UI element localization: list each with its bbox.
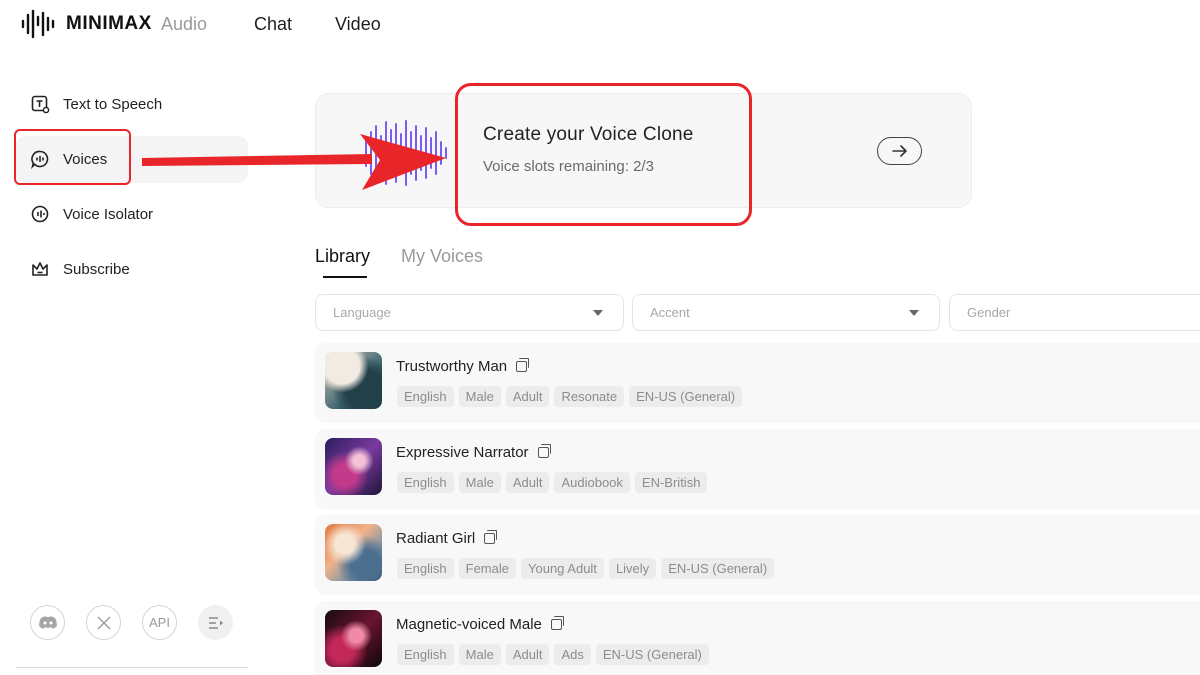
top-nav: MINIMAX Audio Chat Video [0, 0, 1200, 50]
sidebar-item-text-to-speech[interactable]: Text to Speech [30, 94, 162, 114]
tag: Adult [505, 472, 550, 493]
language-select[interactable]: Language [315, 294, 624, 331]
voice-tags: English Male Adult Audiobook EN-British [397, 472, 708, 493]
tag: Lively [608, 558, 657, 579]
voice-name: Trustworthy Man [396, 358, 530, 375]
active-tab-indicator [323, 276, 367, 278]
tag: English [397, 472, 454, 493]
tag: EN-US (General) [629, 386, 743, 407]
voice-tags: English Male Adult Ads EN-US (General) [397, 644, 709, 665]
minimax-logo[interactable]: MINIMAX [20, 9, 152, 39]
accent-select[interactable]: Accent [632, 294, 940, 331]
sidebar-item-voice-isolator[interactable]: Voice Isolator [30, 204, 153, 224]
tag: Young Adult [521, 558, 604, 579]
tag: Female [458, 558, 516, 579]
nav-video[interactable]: Video [335, 14, 381, 35]
tag: Audiobook [554, 472, 630, 493]
voice-name: Radiant Girl [396, 530, 498, 547]
tag: EN-US (General) [661, 558, 775, 579]
sidebar-item-subscribe[interactable]: Subscribe [30, 259, 130, 279]
voice-row[interactable]: Magnetic-voiced Male English Male Adult … [315, 601, 1200, 675]
voice-tags: English Female Young Adult Lively EN-US … [397, 558, 775, 579]
waveform-logo-icon [21, 9, 55, 39]
language-select-label: Language [333, 305, 391, 320]
tag: EN-British [634, 472, 708, 493]
x-icon[interactable] [86, 605, 121, 640]
copy-icon[interactable] [516, 358, 530, 372]
voice-name: Magnetic-voiced Male [396, 616, 564, 633]
voice-avatar [325, 352, 382, 409]
annotation-arrow-icon [140, 128, 450, 199]
tag: Resonate [554, 386, 625, 407]
menu-icon[interactable] [198, 605, 233, 640]
discord-icon[interactable] [30, 605, 65, 640]
voice-avatar [325, 524, 382, 581]
sidebar-item-label: Text to Speech [63, 95, 163, 113]
tag: EN-US (General) [595, 644, 709, 665]
tag: English [397, 644, 454, 665]
tag: English [397, 558, 454, 579]
crown-icon [30, 259, 50, 279]
voice-row[interactable]: Expressive Narrator English Male Adult A… [315, 429, 1200, 509]
caret-down-icon [593, 310, 603, 316]
tag: English [397, 386, 454, 407]
voice-name: Expressive Narrator [396, 444, 551, 461]
text-to-speech-icon [30, 94, 50, 114]
api-link[interactable]: API [142, 605, 177, 640]
nav-chat[interactable]: Chat [254, 14, 292, 35]
caret-down-icon [909, 310, 919, 316]
tag: Ads [554, 644, 591, 665]
sidebar-divider [16, 667, 248, 668]
tag: Male [458, 386, 501, 407]
sidebar-item-label: Voice Isolator [63, 205, 154, 223]
clone-arrow-button[interactable] [877, 137, 922, 165]
tag: Male [458, 472, 501, 493]
gender-select-label: Gender [967, 305, 1011, 320]
voice-avatar [325, 438, 382, 495]
tag: Adult [505, 386, 550, 407]
accent-select-label: Accent [650, 305, 690, 320]
copy-icon[interactable] [484, 530, 498, 544]
voice-row[interactable]: Radiant Girl English Female Young Adult … [315, 515, 1200, 595]
arrow-right-icon [891, 145, 907, 157]
nav-audio[interactable]: Audio [161, 14, 207, 35]
gender-select[interactable]: Gender [949, 294, 1200, 331]
clone-annotation-box [455, 83, 752, 226]
voice-avatar [325, 610, 382, 667]
copy-icon[interactable] [550, 616, 564, 630]
voice-tags: English Male Adult Resonate EN-US (Gener… [397, 386, 743, 407]
voices-annotation-box [14, 129, 131, 185]
logo-text: MINIMAX [66, 13, 152, 34]
sidebar-item-label: Subscribe [63, 260, 130, 278]
voice-name-text: Expressive Narrator [396, 444, 529, 461]
voice-name-text: Magnetic-voiced Male [396, 616, 542, 633]
copy-icon[interactable] [537, 444, 551, 458]
tag: Male [458, 644, 501, 665]
voice-name-text: Trustworthy Man [396, 358, 508, 375]
tab-my-voices[interactable]: My Voices [401, 246, 483, 267]
voice-row[interactable]: Trustworthy Man English Male Adult Reson… [315, 343, 1200, 423]
tag: Adult [505, 644, 550, 665]
voice-name-text: Radiant Girl [396, 530, 476, 547]
tab-library[interactable]: Library [315, 246, 370, 267]
voice-isolator-icon [30, 204, 50, 224]
